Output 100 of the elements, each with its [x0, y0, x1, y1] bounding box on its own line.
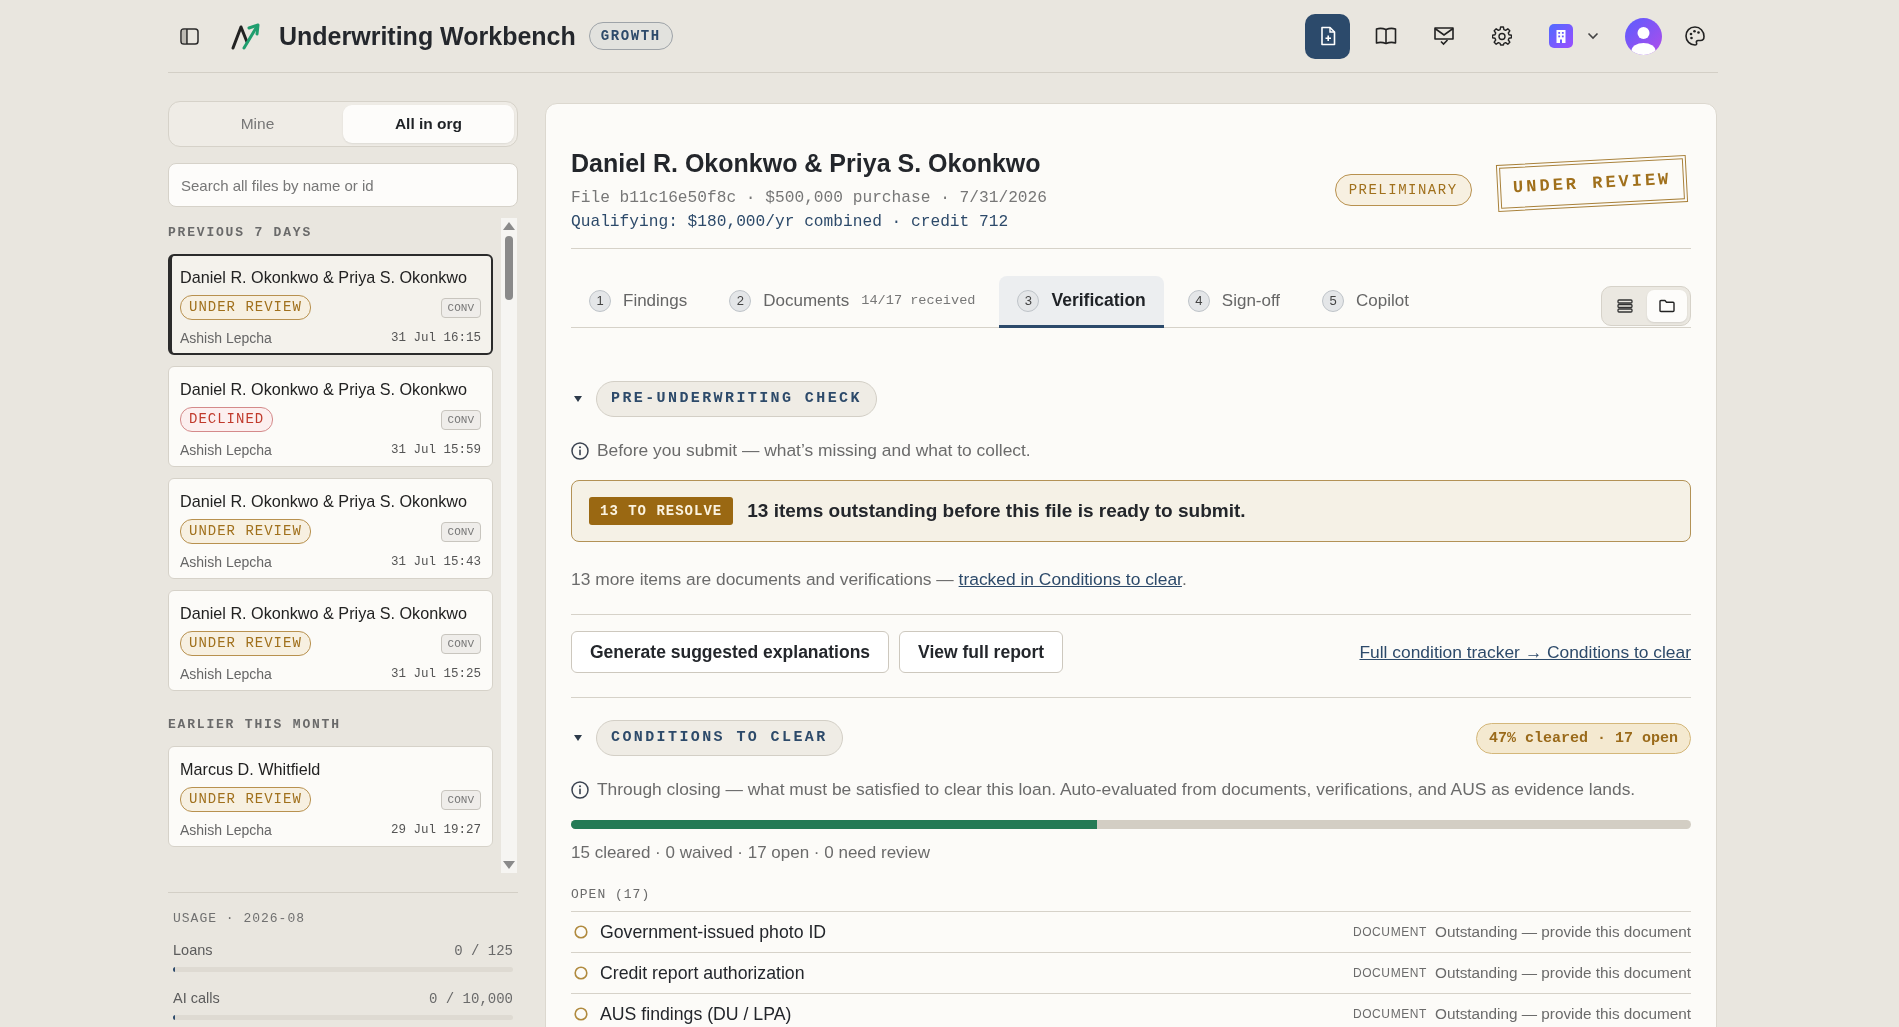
- app-title: Underwriting Workbench: [279, 21, 576, 51]
- search-field[interactable]: Search all files by name or id: [168, 163, 518, 207]
- program-tag: CONV: [440, 633, 481, 654]
- tab[interactable]: 2 Documents 14/17 received: [711, 276, 994, 328]
- condition-status: Outstanding — provide this document: [1435, 964, 1691, 982]
- program-tag: CONV: [440, 521, 481, 542]
- list-icon: [1617, 299, 1633, 313]
- list-heading: OPEN (17): [571, 887, 652, 902]
- step-number: 2: [729, 289, 752, 312]
- status-badge: UNDER REVIEW: [180, 295, 311, 320]
- file-card[interactable]: Daniel R. Okonkwo & Priya S. Okonkwo UNDER REVIEW CONV Ashish Lepcha 31 Jul 15:43: [168, 478, 493, 579]
- usage-heading: USAGE · 2026-08: [173, 911, 307, 926]
- program-tag: CONV: [440, 789, 481, 810]
- caret-icon[interactable]: [574, 396, 582, 402]
- timestamp: 31 Jul 15:59: [391, 443, 481, 457]
- plan-badge: GROWTH: [588, 22, 673, 50]
- borrower-name: Marcus D. Whitfield: [180, 760, 322, 778]
- borrower-name: Daniel R. Okonkwo & Priya S. Okonkwo: [180, 268, 468, 286]
- qualifying-info: Qualifying: $180,000/yr combined · credit 712: [571, 212, 1010, 232]
- group-heading: EARLIER THIS MONTH: [168, 717, 342, 732]
- tracker-link[interactable]: Full condition tracker → Conditions to clear: [1359, 641, 1691, 663]
- file-card[interactable]: Daniel R. Okonkwo & Priya S. Okonkwo UNDER REVIEW CONV Ashish Lepcha 31 Jul 15:25: [168, 590, 493, 691]
- usage-label: AI calls: [173, 990, 220, 1006]
- conditions-link[interactable]: tracked in Conditions to clear: [958, 569, 1182, 589]
- timestamp: 31 Jul 15:43: [391, 555, 481, 569]
- status-badge: UNDER REVIEW: [180, 519, 311, 544]
- condition-type: DOCUMENT: [1352, 966, 1428, 980]
- tracking-note: 13 more items are documents and verifications — tracked in Conditions to clear.: [571, 569, 1188, 590]
- progress-stats: 15 cleared · 0 waived · 17 open · 0 need review: [571, 843, 932, 863]
- timestamp: 29 Jul 19:27: [391, 823, 481, 837]
- callout-message: 13 items outstanding before this file is ready to submit.: [747, 500, 1246, 522]
- condition-status: Outstanding — provide this document: [1435, 1005, 1691, 1023]
- mail-check-icon[interactable]: [1433, 26, 1455, 46]
- condition-status: Outstanding — provide this document: [1435, 923, 1691, 941]
- section-description: Before you submit — what’s missing and what to collect.: [597, 440, 1031, 461]
- file-card[interactable]: Daniel R. Okonkwo & Priya S. Okonkwo DECLINED CONV Ashish Lepcha 31 Jul 15:59: [168, 366, 493, 467]
- info-icon: [571, 441, 589, 460]
- owner-name: Ashish Lepcha: [180, 821, 272, 839]
- file-card[interactable]: Marcus D. Whitfield UNDER REVIEW CONV Ashish Lepcha 29 Jul 19:27: [168, 746, 493, 847]
- new-file-button[interactable]: [1305, 13, 1350, 59]
- program-tag: CONV: [440, 409, 481, 430]
- logo-icon: [231, 22, 261, 50]
- condition-name: Government-issued photo ID: [600, 921, 827, 943]
- group-heading: PREVIOUS 7 DAYS: [168, 225, 314, 240]
- action-button[interactable]: Generate suggested explanations: [571, 631, 890, 673]
- scope-tab[interactable]: All in org: [343, 105, 514, 143]
- file-card[interactable]: Daniel R. Okonkwo & Priya S. Okonkwo UNDER REVIEW CONV Ashish Lepcha 31 Jul 16:15: [168, 254, 493, 355]
- condition-type: DOCUMENT: [1352, 1007, 1428, 1021]
- status-badge: UNDER REVIEW: [180, 787, 311, 812]
- owner-name: Ashish Lepcha: [180, 441, 272, 459]
- section-description: Through closing — what must be satisfied to clear this loan. Auto-evaluated from documents, verifications, and AUS as evidence lands.: [597, 779, 1636, 800]
- tab[interactable]: 3 Verification: [999, 276, 1164, 328]
- action-button[interactable]: View full report: [899, 631, 1064, 673]
- usage-label: Loans: [173, 942, 213, 958]
- scrollbar-thumb[interactable]: [505, 236, 513, 300]
- file-meta: File b11c16e50f8c · $500,000 purchase · 7/31/2026: [571, 188, 1047, 208]
- condition-name: Credit report authorization: [600, 962, 805, 984]
- avatar-icon[interactable]: [1625, 17, 1662, 55]
- condition-name: AUS findings (DU / LPA): [600, 1003, 792, 1025]
- step-number: 3: [1017, 289, 1040, 312]
- section-title: CONDITIONS TO CLEAR: [596, 720, 843, 756]
- step-number: 1: [589, 289, 611, 312]
- tab[interactable]: 5 Copilot: [1304, 276, 1427, 328]
- tab[interactable]: 1 Findings: [571, 276, 706, 328]
- section-title: PRE-UNDERWRITING CHECK: [596, 381, 877, 417]
- chevron-down-icon[interactable]: [1587, 32, 1599, 40]
- file-plus-icon: [1319, 26, 1336, 46]
- step-number: 4: [1187, 289, 1210, 312]
- owner-name: Ashish Lepcha: [180, 553, 272, 571]
- stage-badge: PRELIMINARY: [1334, 174, 1472, 206]
- palette-icon[interactable]: [1684, 25, 1706, 47]
- settings-icon[interactable]: [1492, 26, 1512, 46]
- scroll-down-icon[interactable]: [503, 861, 515, 869]
- caret-icon[interactable]: [574, 735, 582, 741]
- step-number: 5: [1322, 289, 1345, 312]
- scope-tab[interactable]: Mine: [172, 105, 343, 143]
- folder-icon: [1659, 299, 1675, 313]
- usage-reading: 0 / 125: [454, 943, 513, 959]
- tab[interactable]: 4 Sign-off: [1169, 276, 1299, 328]
- usage-reading: 0 / 10,000: [429, 991, 513, 1007]
- owner-name: Ashish Lepcha: [180, 665, 272, 683]
- scroll-up-icon[interactable]: [503, 222, 515, 230]
- sidebar-toggle-icon[interactable]: [180, 27, 199, 45]
- building-icon[interactable]: [1549, 24, 1573, 48]
- timestamp: 31 Jul 15:25: [391, 667, 481, 681]
- borrower-name: Daniel R. Okonkwo & Priya S. Okonkwo: [180, 492, 468, 510]
- info-icon: [571, 780, 589, 799]
- status-badge: DECLINED: [180, 407, 274, 432]
- condition-type: DOCUMENT: [1352, 925, 1428, 939]
- timestamp: 31 Jul 16:15: [391, 331, 481, 345]
- status-badge: UNDER REVIEW: [180, 631, 311, 656]
- program-tag: CONV: [440, 297, 481, 318]
- resolve-count-badge: 13 TO RESOLVE: [589, 497, 734, 525]
- borrower-name: Daniel R. Okonkwo & Priya S. Okonkwo: [180, 604, 468, 622]
- file-title: Daniel R. Okonkwo & Priya S. Okonkwo: [571, 148, 1042, 178]
- progress-summary-badge: 47% cleared · 17 open: [1475, 722, 1691, 754]
- folder-view-button[interactable]: [1647, 290, 1687, 322]
- owner-name: Ashish Lepcha: [180, 329, 272, 347]
- borrower-name: Daniel R. Okonkwo & Priya S. Okonkwo: [180, 380, 468, 398]
- book-icon[interactable]: [1375, 27, 1397, 45]
